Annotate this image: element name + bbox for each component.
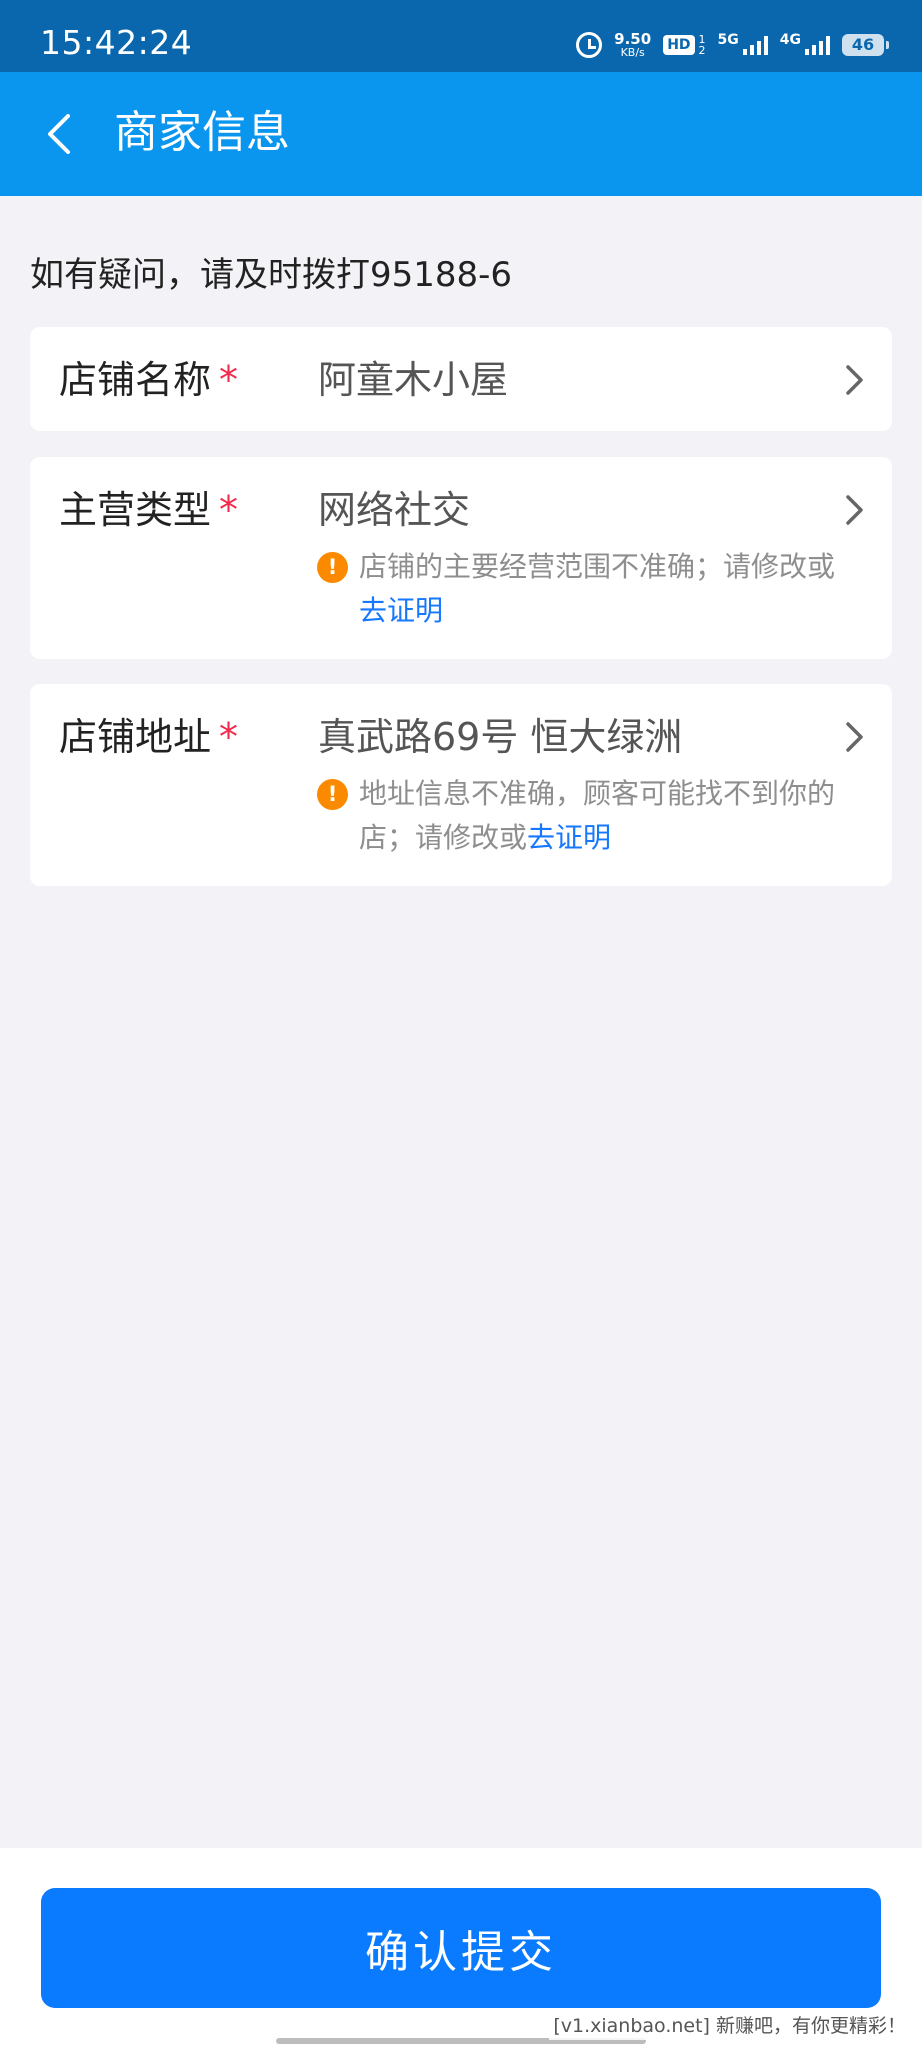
hd-voice-icon: HD xyxy=(663,35,695,55)
business-type-value: 网络社交 xyxy=(318,488,471,532)
signal-strength-icon-2 xyxy=(805,35,830,55)
business-type-warning: ! 店铺的主要经营范围不准确；请修改或 去证明 xyxy=(317,545,867,633)
network-type-5g: 5G xyxy=(717,32,739,48)
business-type-proof-link[interactable]: 去证明 xyxy=(359,594,443,627)
store-address-row[interactable]: 店铺地址 * 真武路69号 恒大绿洲 ! 地址信息不准确，顾客可能找不到你的店；请… xyxy=(30,684,892,886)
page-title: 商家信息 xyxy=(114,107,290,158)
store-name-row[interactable]: 店铺名称 * 阿童木小屋 xyxy=(30,327,892,431)
status-icons: 9.50 KB/s HD 1 2 5G 4G 46 xyxy=(576,28,889,62)
network-speed: 9.50 KB/s xyxy=(614,30,652,59)
status-bar: 15:42:24 9.50 KB/s HD 1 2 5G 4G 46 xyxy=(0,0,922,72)
business-type-warning-text: 店铺的主要经营范围不准确；请修改或 xyxy=(359,550,836,583)
chevron-right-icon xyxy=(846,365,863,395)
store-name-value: 阿童木小屋 xyxy=(318,358,509,402)
back-arrow-icon[interactable] xyxy=(40,112,84,156)
store-address-warning: ! 地址信息不准确，顾客可能找不到你的店；请修改或去证明 xyxy=(317,772,867,860)
chevron-right-icon xyxy=(846,495,863,525)
store-address-label: 店铺地址 * xyxy=(59,715,239,759)
network-speed-unit: KB/s xyxy=(620,46,645,59)
required-mark: * xyxy=(219,358,239,402)
status-time: 15:42:24 xyxy=(40,23,193,62)
network-type-4g: 4G xyxy=(779,32,801,48)
app-header: 商家信息 xyxy=(0,72,922,196)
watermark: [v1.xianbao.net] 新赚吧，有你更精彩！ xyxy=(549,2012,910,2040)
warning-icon: ! xyxy=(317,779,348,810)
sim-slot-bottom: 2 xyxy=(698,44,706,57)
chevron-right-icon xyxy=(846,722,863,752)
network-speed-value: 9.50 xyxy=(614,30,652,48)
confirm-submit-button[interactable]: 确认提交 xyxy=(41,1888,881,2008)
store-address-value: 真武路69号 恒大绿洲 xyxy=(318,715,683,759)
warning-icon: ! xyxy=(317,552,348,583)
store-name-label: 店铺名称 * xyxy=(59,358,239,402)
required-mark: * xyxy=(219,488,239,532)
signal-strength-icon xyxy=(742,35,768,55)
sim-slot-indicator: 1 2 xyxy=(699,34,706,56)
alarm-icon xyxy=(576,32,603,58)
business-type-label: 主营类型 * xyxy=(59,488,239,532)
business-type-row[interactable]: 主营类型 * 网络社交 ! 店铺的主要经营范围不准确；请修改或 去证明 xyxy=(30,457,892,659)
battery-icon: 46 xyxy=(842,34,889,56)
help-notice: 如有疑问，请及时拨打95188-6 xyxy=(30,255,513,295)
required-mark: * xyxy=(219,715,239,759)
store-address-proof-link[interactable]: 去证明 xyxy=(527,821,611,854)
